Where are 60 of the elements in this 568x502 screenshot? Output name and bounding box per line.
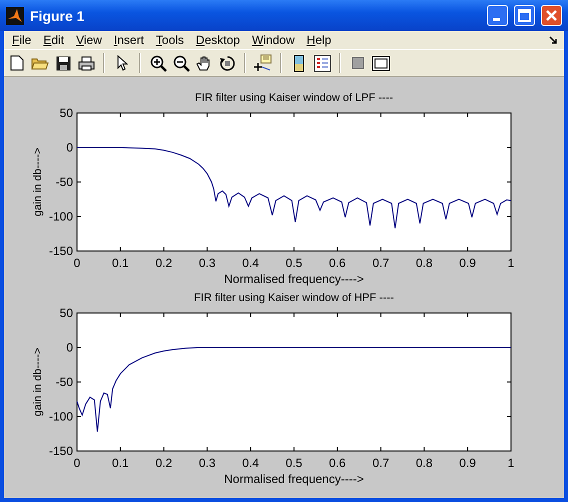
maximize-button[interactable] — [514, 5, 535, 26]
close-icon — [545, 9, 558, 22]
y-tick-label: -150 — [48, 244, 73, 258]
menu-item[interactable]: Window — [246, 33, 301, 47]
y-tick-label: 0 — [66, 140, 73, 154]
minimize-icon — [492, 18, 500, 21]
y-axis-label: gain in db----> — [32, 348, 44, 416]
dock-arrow-icon[interactable] — [549, 36, 558, 44]
show-plot-tools-icon[interactable] — [371, 53, 391, 73]
y-tick-label: -50 — [56, 175, 73, 189]
x-tick-label: 0.1 — [112, 256, 129, 270]
x-tick-label: 0.5 — [286, 256, 302, 270]
minimize-button[interactable] — [487, 5, 508, 26]
x-tick-label: 0.9 — [459, 456, 476, 470]
y-tick-label: -150 — [48, 444, 73, 458]
x-tick-label: 0.9 — [459, 256, 476, 270]
chart-title: FIR filter using Kaiser window of LPF ---- — [194, 92, 394, 104]
y-tick-label: 50 — [60, 306, 73, 320]
menu-item[interactable]: Tools — [150, 33, 190, 47]
window-title: Figure 1 — [30, 8, 86, 24]
y-tick-label: -100 — [48, 210, 73, 224]
y-axis-label: gain in db----> — [32, 148, 44, 216]
menu-item[interactable]: Insert — [108, 33, 150, 47]
legend-icon[interactable] — [312, 53, 332, 73]
x-tick-label: 0.4 — [242, 256, 259, 270]
x-tick-label: 0 — [74, 456, 80, 470]
x-tick-label: 0.3 — [198, 256, 216, 270]
x-tick-label: 0.7 — [372, 456, 390, 470]
y-tick-label: 50 — [60, 106, 73, 120]
x-tick-label: 1 — [508, 256, 514, 270]
x-tick-label: 0.2 — [155, 456, 172, 470]
x-tick-label: 0.7 — [372, 256, 390, 270]
x-tick-label: 0.8 — [416, 256, 433, 270]
close-button[interactable] — [541, 5, 562, 26]
x-tick-label: 0.3 — [198, 456, 216, 470]
app-logo-icon — [6, 6, 24, 24]
menu-item[interactable]: Help — [300, 33, 338, 47]
zoom-in-icon[interactable] — [148, 53, 168, 73]
x-tick-label: 0.8 — [416, 456, 433, 470]
chart-title: FIR filter using Kaiser window of HPF ---- — [194, 292, 394, 304]
x-tick-label: 0.6 — [329, 256, 346, 270]
x-tick-label: 0.1 — [112, 456, 129, 470]
x-axis-label: Normalised frequency----> — [224, 472, 364, 486]
maximize-icon — [518, 9, 531, 22]
data-cursor-icon[interactable] — [253, 53, 273, 73]
menu-item[interactable]: File — [6, 33, 38, 47]
x-axis-label: Normalised frequency----> — [224, 272, 364, 286]
zoom-out-icon[interactable] — [171, 53, 191, 73]
menu-item[interactable]: Desktop — [190, 33, 246, 47]
x-tick-label: 1 — [508, 456, 514, 470]
x-tick-label: 0.6 — [329, 456, 346, 470]
x-tick-label: 0.5 — [286, 456, 302, 470]
x-tick-label: 0.2 — [155, 256, 172, 270]
y-tick-label: 0 — [66, 340, 73, 354]
menu-item[interactable]: Edit — [37, 33, 70, 47]
y-tick-label: -50 — [56, 375, 73, 389]
x-tick-label: 0.4 — [242, 456, 259, 470]
menu-item[interactable]: View — [70, 33, 108, 47]
y-tick-label: -100 — [48, 410, 73, 424]
x-tick-label: 0 — [74, 256, 80, 270]
